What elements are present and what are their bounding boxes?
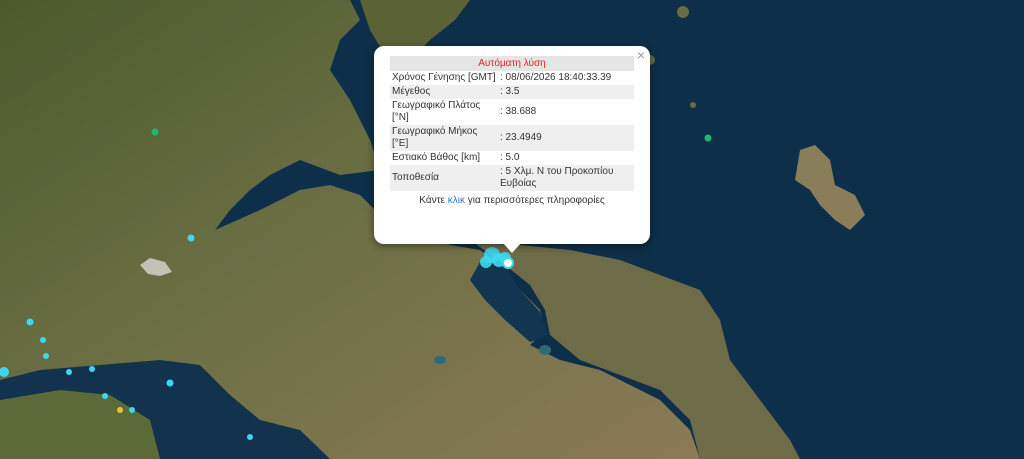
more-info-footer: Κάντε κλικ για περισσότερες πληροφορίες bbox=[390, 195, 634, 206]
origin-time-label: Χρόνος Γένησης [GMT] bbox=[392, 72, 496, 83]
table-row: Χρόνος Γένησης [GMT] : 08/06/2026 18:40:… bbox=[390, 71, 634, 85]
magnitude-label: Μέγεθος bbox=[390, 85, 498, 99]
earthquake-details-table: Χρόνος Γένησης [GMT] : 08/06/2026 18:40:… bbox=[390, 71, 634, 191]
footer-text-post: για περισσότερες πληροφορίες bbox=[465, 195, 605, 206]
earthquake-marker[interactable] bbox=[89, 366, 95, 372]
island bbox=[690, 102, 696, 108]
earthquake-marker[interactable] bbox=[117, 407, 123, 413]
latitude-label: Γεωγραφικό Πλάτος [°N] bbox=[392, 100, 481, 123]
close-icon[interactable]: × bbox=[637, 48, 645, 62]
longitude-label: Γεωγραφικό Μήκος [°E] bbox=[390, 125, 498, 151]
earthquake-marker[interactable] bbox=[247, 434, 253, 440]
location-label: Τοποθεσία bbox=[390, 165, 498, 191]
latitude-value: : 38.688 bbox=[500, 106, 537, 117]
lake bbox=[539, 345, 551, 355]
earthquake-marker[interactable] bbox=[129, 407, 135, 413]
table-row: Γεωγραφικό Πλάτος [°N] : 38.688 bbox=[390, 99, 634, 125]
island bbox=[677, 6, 689, 18]
origin-time-value: : 08/06/2026 18:40:33.39 bbox=[500, 72, 612, 83]
earthquake-marker[interactable] bbox=[704, 134, 712, 142]
earthquake-marker[interactable] bbox=[26, 318, 34, 326]
earthquake-marker[interactable] bbox=[187, 234, 195, 242]
depth-label: Εστιακό Βάθος [km] bbox=[392, 152, 481, 163]
popup-title: Αυτόματη λύση bbox=[390, 56, 634, 71]
location-value: : 5 Χλμ. N του Προκοπίου Ευβοίας bbox=[498, 165, 634, 191]
earthquake-marker[interactable] bbox=[43, 353, 49, 359]
earthquake-marker[interactable] bbox=[102, 393, 108, 399]
popup-pointer bbox=[503, 243, 521, 253]
table-row: Τοποθεσία : 5 Χλμ. N του Προκοπίου Ευβοί… bbox=[390, 165, 634, 191]
more-info-link[interactable]: κλικ bbox=[448, 195, 465, 206]
table-row: Εστιακό Βάθος [km] : 5.0 bbox=[390, 151, 634, 165]
footer-text-pre: Κάντε bbox=[419, 195, 448, 206]
earthquake-marker[interactable] bbox=[40, 337, 46, 343]
earthquake-marker[interactable] bbox=[151, 128, 159, 136]
depth-value: : 5.0 bbox=[500, 152, 520, 163]
lake bbox=[434, 356, 446, 364]
table-row: Μέγεθος : 3.5 bbox=[390, 85, 634, 99]
magnitude-value: : 3.5 bbox=[498, 85, 634, 99]
table-row: Γεωγραφικό Μήκος [°E] : 23.4949 bbox=[390, 125, 634, 151]
earthquake-info-popup: × Αυτόματη λύση Χρόνος Γένησης [GMT] : 0… bbox=[374, 46, 650, 244]
earthquake-marker[interactable] bbox=[66, 369, 72, 375]
longitude-value: : 23.4949 bbox=[498, 125, 634, 151]
earthquake-marker[interactable] bbox=[166, 379, 174, 387]
